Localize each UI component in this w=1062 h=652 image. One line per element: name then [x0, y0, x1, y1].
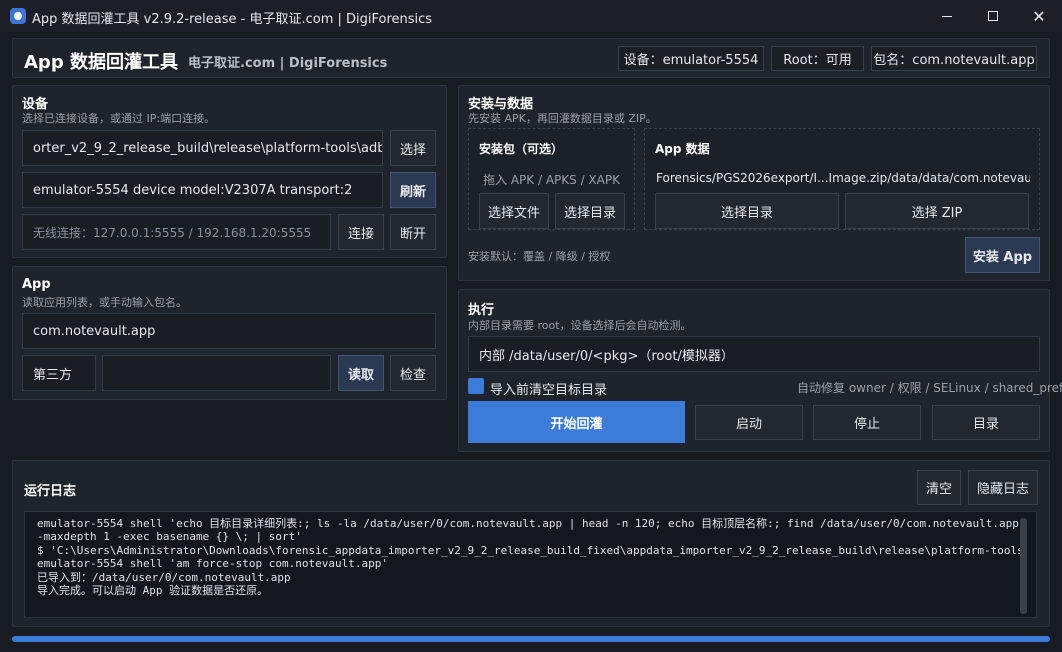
- minimize-button[interactable]: [924, 0, 970, 32]
- log-output: emulator-5554 shell 'echo 目标目录详细列表:; ls …: [24, 511, 1037, 618]
- adb-path-input[interactable]: orter_v2_9_2_release_build\release\platf…: [22, 130, 383, 166]
- install-app-button[interactable]: 安装 App: [965, 237, 1040, 273]
- page-subtitle: 电子取证.com | DigiForensics: [188, 56, 388, 71]
- app-desc: 读取应用列表，或手动输入包名。: [22, 296, 187, 309]
- refresh-button[interactable]: 刷新: [390, 172, 436, 208]
- page-title: App 数据回灌工具: [24, 52, 178, 73]
- clear-target-label[interactable]: 导入前清空目标目录: [490, 379, 607, 398]
- app-icon: [10, 8, 26, 24]
- log-line: $ 'C:\Users\Administrator\Downloads\fore…: [37, 543, 1022, 557]
- log-line: 导入完成。可以启动 App 验证数据是否还原。: [37, 584, 269, 598]
- window-title: App 数据回灌工具 v2.9.2-release - 电子取证.com | D…: [32, 12, 433, 27]
- device-select[interactable]: emulator-5554 device model:V2307A transp…: [22, 172, 383, 208]
- device-chip: 设备：emulator-5554: [618, 46, 764, 71]
- log-title: 运行日志: [24, 484, 77, 499]
- log-line: emulator-5554 shell 'am force-stop com.n…: [37, 557, 388, 571]
- minimize-icon: [942, 15, 952, 17]
- app-filter-select[interactable]: 第三方: [22, 355, 96, 391]
- execute-desc: 内部目录需要 root，设备选择后会自动检测。: [468, 319, 692, 332]
- maximize-button[interactable]: [970, 0, 1016, 32]
- launch-app-button[interactable]: 启动: [695, 405, 803, 440]
- maximize-icon: [988, 11, 998, 21]
- open-dir-button[interactable]: 目录: [932, 405, 1040, 440]
- auto-fix-note: 自动修复 owner / 权限 / SELinux / shared_prefs: [797, 381, 1062, 395]
- progress-bar: [12, 636, 1050, 642]
- start-import-button[interactable]: 开始回灌: [468, 401, 685, 443]
- app-data-path: Forensics/PGS2026export/I...Image.zip/da…: [656, 171, 1030, 185]
- app-search-input[interactable]: [102, 355, 331, 391]
- disconnect-button[interactable]: 断开: [390, 214, 436, 250]
- select-data-dir-button[interactable]: 选择目录: [655, 193, 839, 229]
- execute-title: 执行: [468, 303, 495, 318]
- select-package-dir-button[interactable]: 选择目录: [555, 193, 625, 229]
- close-button[interactable]: ✕: [1016, 0, 1062, 32]
- clear-log-button[interactable]: 清空: [917, 470, 961, 505]
- log-line: -maxdepth 1 -exec basename {} \; | sort': [37, 530, 302, 544]
- root-chip: Root：可用: [771, 46, 864, 71]
- log-line: emulator-5554 shell 'echo 目标目录详细列表:; ls …: [37, 517, 1022, 530]
- device-desc: 选择已连接设备，或通过 IP:端口连接。: [22, 112, 216, 125]
- connect-button[interactable]: 连接: [338, 214, 384, 250]
- select-file-button[interactable]: 选择文件: [479, 193, 549, 229]
- check-button[interactable]: 检查: [390, 355, 436, 391]
- app-title: App: [22, 277, 51, 292]
- install-desc: 先安装 APK，再回灌数据目录或 ZIP。: [468, 112, 657, 125]
- package-drop-hint[interactable]: 拖入 APK / APKS / XAPK: [468, 171, 635, 188]
- clear-target-checkbox[interactable]: [468, 378, 484, 394]
- log-scrollbar[interactable]: [1020, 518, 1027, 614]
- select-zip-button[interactable]: 选择 ZIP: [845, 193, 1029, 229]
- package-chip: 包名：com.notevault.app: [871, 46, 1037, 71]
- wireless-input[interactable]: 无线连接：127.0.0.1:5555 / 192.168.1.20:5555: [22, 214, 331, 250]
- select-adb-button[interactable]: 选择: [390, 130, 436, 166]
- package-box-title: 安装包（可选）: [479, 142, 564, 156]
- log-line: 已导入到：/data/user/0/com.notevault.app: [37, 570, 291, 584]
- hide-log-button[interactable]: 隐藏日志: [968, 470, 1038, 505]
- read-button[interactable]: 读取: [338, 355, 384, 391]
- app-data-title: App 数据: [655, 142, 710, 156]
- target-dir-select[interactable]: 内部 /data/user/0/<pkg>（root/模拟器）: [468, 336, 1040, 372]
- package-input[interactable]: com.notevault.app: [22, 313, 436, 349]
- stop-app-button[interactable]: 停止: [813, 405, 921, 440]
- install-defaults: 安装默认：覆盖 / 降级 / 授权: [468, 250, 611, 263]
- close-icon: ✕: [1032, 6, 1046, 26]
